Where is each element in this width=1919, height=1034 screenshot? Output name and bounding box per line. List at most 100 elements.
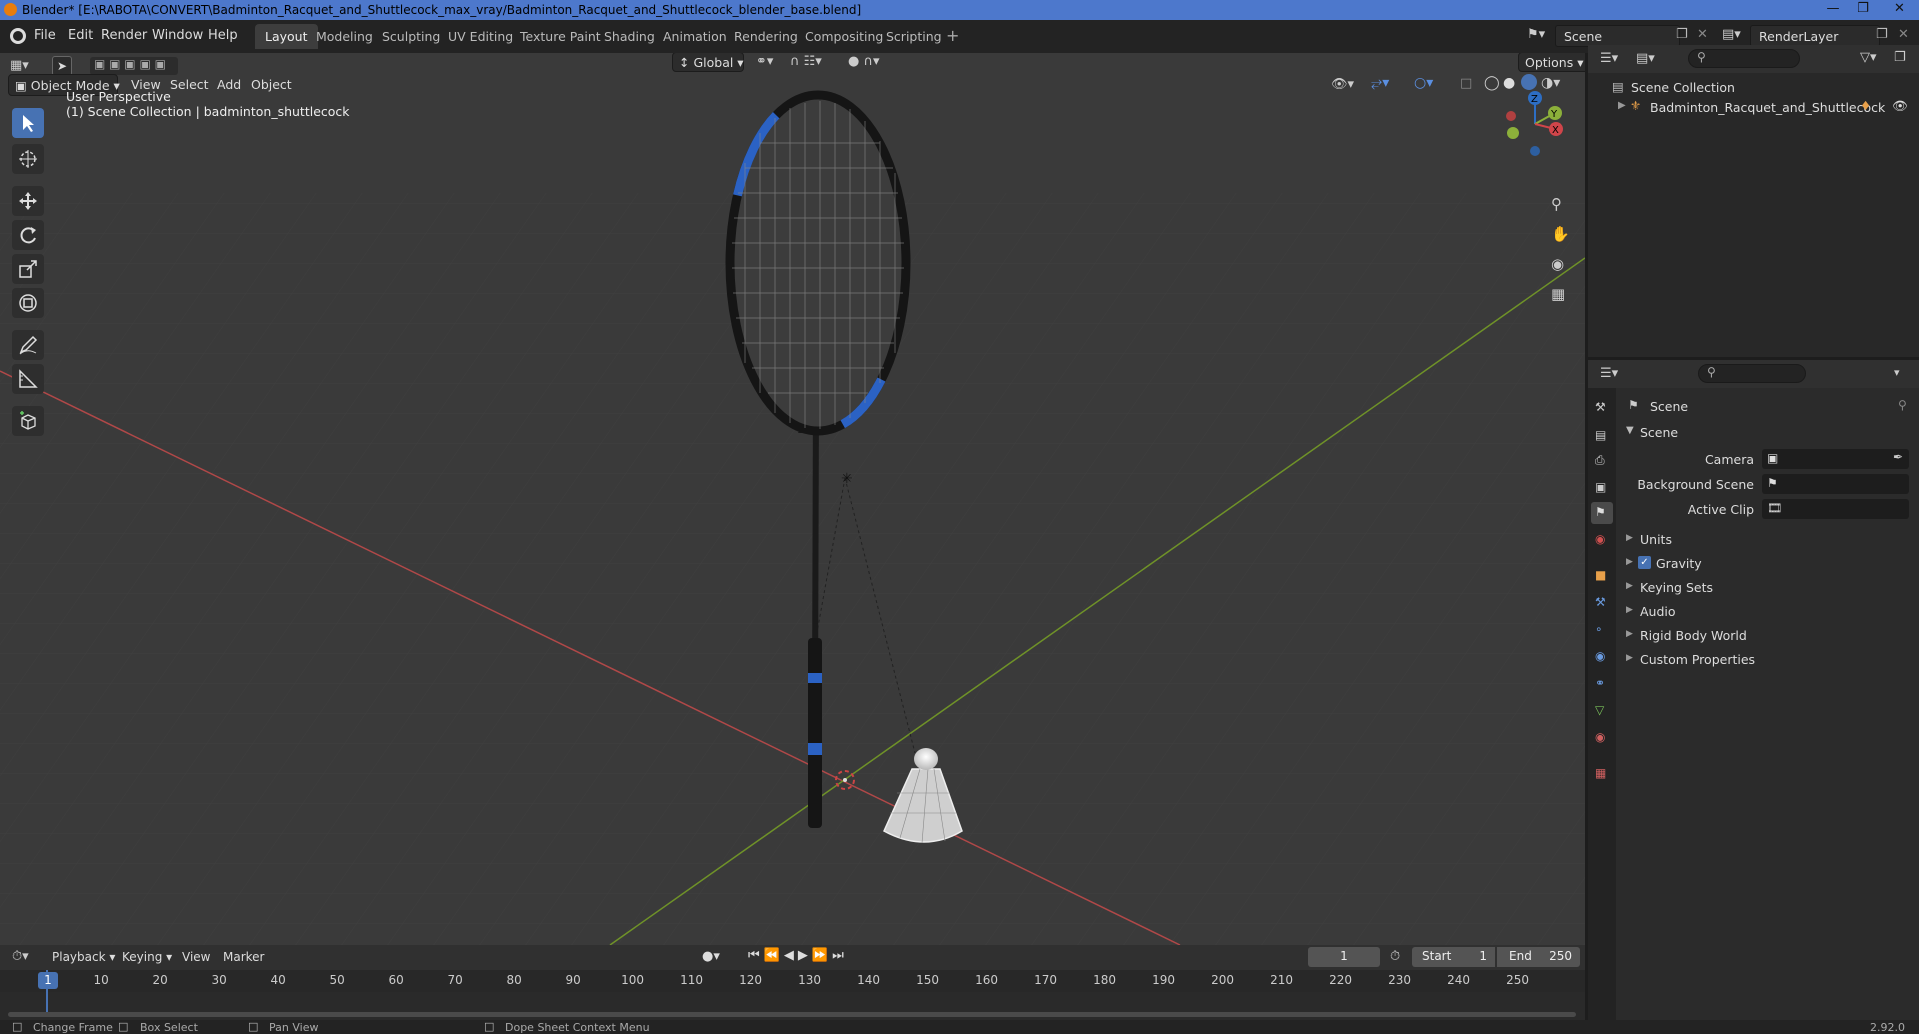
view-layer-tab-icon[interactable]: ▣ <box>1595 480 1606 494</box>
select-box-tool[interactable] <box>12 108 44 138</box>
delete-scene-icon[interactable]: ✕ <box>1697 27 1708 42</box>
editor-type-icon[interactable]: ▦▾ <box>10 58 29 73</box>
new-collection-icon[interactable]: ❐ <box>1894 50 1906 65</box>
end-frame-field[interactable]: End 250 <box>1497 947 1580 967</box>
marker-menu[interactable]: Marker <box>223 950 264 964</box>
timeline-scrollbar[interactable] <box>8 1012 1576 1017</box>
physics-tab-icon[interactable]: ◉ <box>1595 649 1605 663</box>
visibility-eye-icon[interactable]: 👁 <box>1892 98 1908 114</box>
panel-rigid-body-world[interactable]: ▶ Rigid Body World <box>1622 626 1919 648</box>
navigation-gizmo[interactable]: Z Y X <box>1495 89 1570 159</box>
object-tab-icon[interactable]: ■ <box>1595 568 1606 582</box>
camera-view-icon[interactable]: ◉ <box>1551 255 1564 273</box>
menu-add[interactable]: Add <box>217 77 241 92</box>
renderlayer-selector-icon[interactable]: ▤▾ <box>1722 27 1741 42</box>
panel-units[interactable]: ▶ Units <box>1622 530 1919 552</box>
zoom-icon[interactable]: ⚲ <box>1551 195 1562 213</box>
panel-audio[interactable]: ▶ Audio <box>1622 602 1919 624</box>
gizmo-toggle-icon[interactable]: ⥂▾ <box>1371 75 1389 91</box>
playhead-frame-badge[interactable]: 1 <box>38 972 58 989</box>
outliner-row-scene-collection[interactable]: ▤ Scene Collection <box>1588 76 1919 98</box>
add-workspace-icon[interactable]: + <box>946 26 959 45</box>
transform-tool[interactable] <box>12 288 44 318</box>
tool-tab-icon[interactable]: ⚒ <box>1595 400 1606 414</box>
tab-scripting[interactable]: Scripting <box>876 24 952 49</box>
perspective-toggle-icon[interactable]: ▦ <box>1551 285 1565 303</box>
snap-icon[interactable]: ∩ ☷▾ <box>790 54 822 69</box>
annotate-tool[interactable] <box>12 330 44 360</box>
3d-viewport[interactable]: ✳ ▦▾ ➤ ▣ ▣ ▣ ▣ ▣ ↕ Global ▾ ⚭▾ ∩ ☷▾ ● ∩▾… <box>0 53 1585 945</box>
menu-window[interactable]: Window <box>152 28 203 43</box>
scene-field[interactable]: Scene <box>1555 25 1680 47</box>
timeline-view-menu[interactable]: View <box>182 950 210 964</box>
new-renderlayer-icon[interactable]: ❐ <box>1876 27 1888 42</box>
render-tab-icon[interactable]: ▤ <box>1595 428 1606 442</box>
renderlayer-field[interactable]: RenderLayer <box>1750 25 1880 47</box>
playback-controls[interactable]: ⏮⏪◀▶⏩⏭ <box>748 948 848 963</box>
pivot-point-icon[interactable]: ⚭▾ <box>756 54 773 69</box>
properties-options-icon[interactable]: ▾ <box>1894 366 1900 379</box>
scale-tool[interactable] <box>12 254 44 284</box>
menu-select[interactable]: Select <box>170 77 209 92</box>
expand-arrow-icon[interactable]: ▶ <box>1618 100 1626 111</box>
maximize-button[interactable]: ❐ <box>1848 0 1878 20</box>
texture-tab-icon[interactable]: ▦ <box>1595 766 1606 780</box>
scene-selector-icon[interactable]: ⚑▾ <box>1527 27 1553 45</box>
select-tool-icon[interactable]: ➤ <box>52 56 72 76</box>
menu-edit[interactable]: Edit <box>68 28 93 43</box>
material-preview-shading-icon[interactable] <box>1521 74 1537 90</box>
start-frame-field[interactable]: Start 1 <box>1412 947 1495 967</box>
data-tab-icon[interactable]: ▽ <box>1595 703 1604 717</box>
outliner-editor-type-icon[interactable]: ☰▾ <box>1600 51 1618 66</box>
properties-editor-type-icon[interactable]: ☰▾ <box>1600 366 1618 381</box>
active-clip-field[interactable]: 🎞 <box>1762 499 1909 519</box>
pin-icon[interactable]: ⚲ <box>1898 398 1907 412</box>
menu-render[interactable]: Render <box>101 28 147 43</box>
menu-file[interactable]: File <box>34 28 56 43</box>
visibility-icon[interactable]: 👁▾ <box>1331 77 1354 92</box>
constraints-tab-icon[interactable]: ⚭ <box>1595 676 1605 690</box>
proportional-editing-icon[interactable]: ● ∩▾ <box>848 54 880 69</box>
minimize-button[interactable]: — <box>1818 0 1848 20</box>
measure-tool[interactable] <box>12 364 44 394</box>
panel-keying-sets[interactable]: ▶ Keying Sets <box>1622 578 1919 600</box>
camera-field[interactable]: ▣ ✒ <box>1762 449 1909 469</box>
world-tab-icon[interactable]: ◉ <box>1595 532 1605 546</box>
outliner-row-object[interactable]: ▶ ⚜ Badminton_Racquet_and_Shuttlecock ♦ … <box>1588 96 1919 118</box>
frame-ruler[interactable]: 1102030405060708090100110120130140150160… <box>0 970 1585 992</box>
panel-gravity[interactable]: ▶ ✓ Gravity <box>1622 554 1919 576</box>
modifier-tab-icon[interactable]: ⚒ <box>1595 595 1606 609</box>
background-scene-field[interactable]: ⚑ <box>1762 474 1909 494</box>
close-window-button[interactable]: ✕ <box>1880 0 1919 20</box>
pan-hand-icon[interactable]: ✋ <box>1551 225 1570 243</box>
outliner-search-input[interactable]: ⚲ <box>1688 49 1800 68</box>
options-dropdown[interactable]: Options ▾ <box>1518 53 1585 72</box>
particles-tab-icon[interactable]: ∘ <box>1595 622 1603 636</box>
output-tab-icon[interactable]: ⎙ <box>1595 453 1605 468</box>
add-cube-tool[interactable] <box>12 406 44 436</box>
transform-orientation-dropdown[interactable]: ↕ Global ▾ <box>672 53 744 72</box>
blender-menu-icon[interactable] <box>10 28 26 44</box>
selection-mode-icons[interactable]: ▣ ▣ ▣ ▣ ▣ <box>90 57 178 75</box>
scene-section-header[interactable]: ▼ Scene <box>1622 422 1919 444</box>
menu-object[interactable]: Object <box>251 77 292 92</box>
keyframe-area[interactable] <box>0 992 1585 1012</box>
timeline-editor-type-icon[interactable]: ⏱▾ <box>12 949 29 964</box>
preview-range-icon[interactable]: ⏱ <box>1390 949 1400 964</box>
scene-tab-icon[interactable]: ⚑ <box>1591 502 1613 524</box>
auto-keying-icon[interactable]: ●▾ <box>702 949 720 964</box>
display-mode-icon[interactable]: ▤▾ <box>1636 51 1655 66</box>
playback-menu[interactable]: Playback ▾ <box>52 950 115 964</box>
rotate-tool[interactable] <box>12 220 44 250</box>
move-tool[interactable] <box>12 186 44 216</box>
menu-help[interactable]: Help <box>208 28 238 43</box>
gravity-checkbox[interactable]: ✓ <box>1638 556 1651 569</box>
panel-custom-properties[interactable]: ▶ Custom Properties <box>1622 650 1919 672</box>
overlay-toggle-icon[interactable]: ○▾ <box>1414 75 1433 91</box>
filter-icon[interactable]: ▽▾ <box>1860 50 1877 65</box>
keying-menu[interactable]: Keying ▾ <box>122 950 172 964</box>
new-scene-icon[interactable]: ❐ <box>1676 27 1688 42</box>
current-frame-field[interactable]: 1 <box>1308 947 1380 967</box>
delete-renderlayer-icon[interactable]: ✕ <box>1898 27 1909 42</box>
xray-icon[interactable]: □ <box>1460 76 1472 91</box>
